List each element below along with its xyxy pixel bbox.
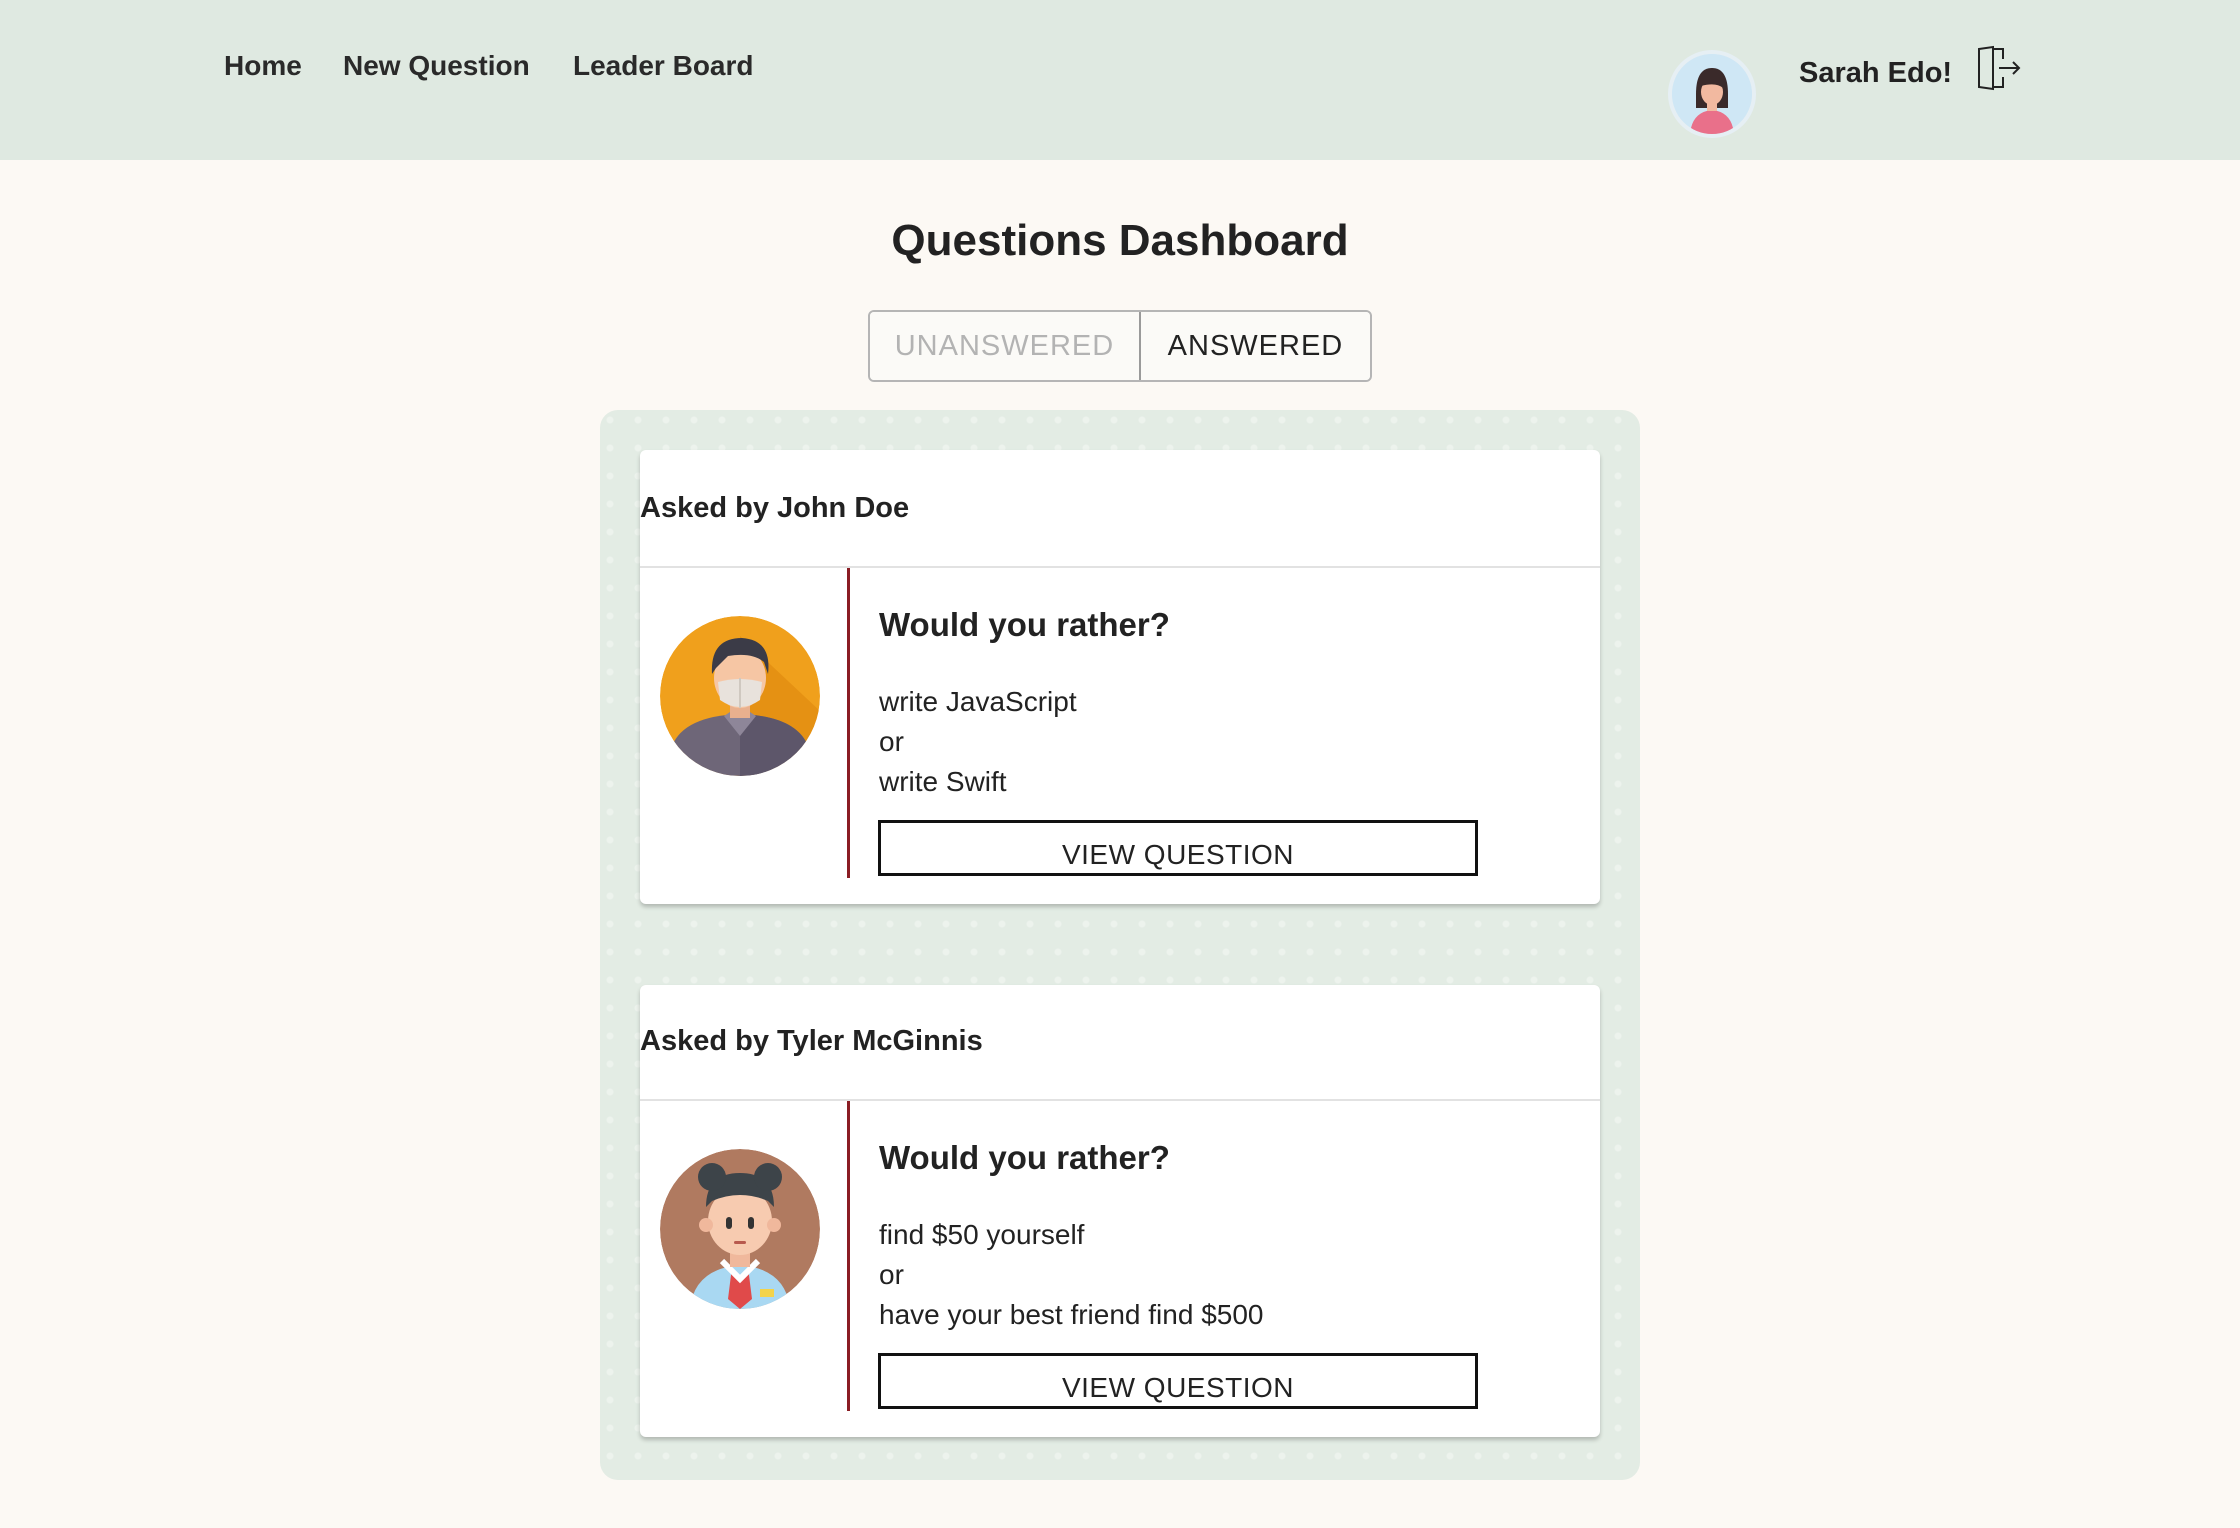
- or-separator: or: [879, 726, 904, 757]
- question-heading: Would you rather?: [879, 606, 1170, 643]
- option-two-text: have your best friend find $500: [879, 1299, 1264, 1330]
- option-one-text: write JavaScript: [879, 686, 1077, 717]
- view-question-button[interactable]: VIEW QUESTION: [878, 1353, 1478, 1409]
- card-body: Would you rather? write JavaScript or wr…: [640, 568, 1600, 904]
- or-separator: or: [879, 1259, 904, 1290]
- option-two-text: write Swift: [879, 766, 1007, 797]
- asked-by-label: Asked by John Doe: [640, 492, 910, 524]
- man-with-tie-avatar-icon: [660, 1149, 820, 1309]
- question-card: Asked by Tyler McGinnis Would you rather…: [640, 985, 1600, 1437]
- page-title: Questions Dashboard: [891, 216, 1349, 265]
- nav-new-question-link[interactable]: New Question: [343, 50, 530, 82]
- asked-by-label: Asked by Tyler McGinnis: [640, 1025, 983, 1057]
- card-body: Would you rather? find $50 yourself or h…: [640, 1101, 1600, 1437]
- woman-avatar-icon: [1672, 54, 1752, 134]
- card-divider: [847, 568, 850, 878]
- author-avatar: [660, 1149, 820, 1309]
- nav-leader-board-link[interactable]: Leader Board: [573, 50, 754, 82]
- current-username: Sarah Edo!: [1799, 57, 1953, 89]
- tab-answered[interactable]: ANSWERED: [1140, 312, 1370, 380]
- nav-home-link[interactable]: Home: [224, 50, 302, 82]
- man-with-mask-avatar-icon: [660, 616, 820, 776]
- option-one-text: find $50 yourself: [879, 1219, 1085, 1250]
- card-header: Asked by Tyler McGinnis: [640, 985, 1600, 1101]
- card-header: Asked by John Doe: [640, 450, 1600, 568]
- logout-door-icon[interactable]: [1975, 45, 2021, 91]
- card-divider: [847, 1101, 850, 1411]
- user-avatar: [1672, 54, 1752, 134]
- question-card: Asked by John Doe Would you rather? writ…: [640, 450, 1600, 904]
- view-question-button[interactable]: VIEW QUESTION: [878, 820, 1478, 876]
- question-filter-tabs: UNANSWERED ANSWERED: [868, 310, 1372, 382]
- top-navbar: Home New Question Leader Board Sarah Edo…: [0, 0, 2240, 160]
- tab-unanswered[interactable]: UNANSWERED: [870, 312, 1141, 380]
- author-avatar: [660, 616, 820, 776]
- question-heading: Would you rather?: [879, 1139, 1170, 1176]
